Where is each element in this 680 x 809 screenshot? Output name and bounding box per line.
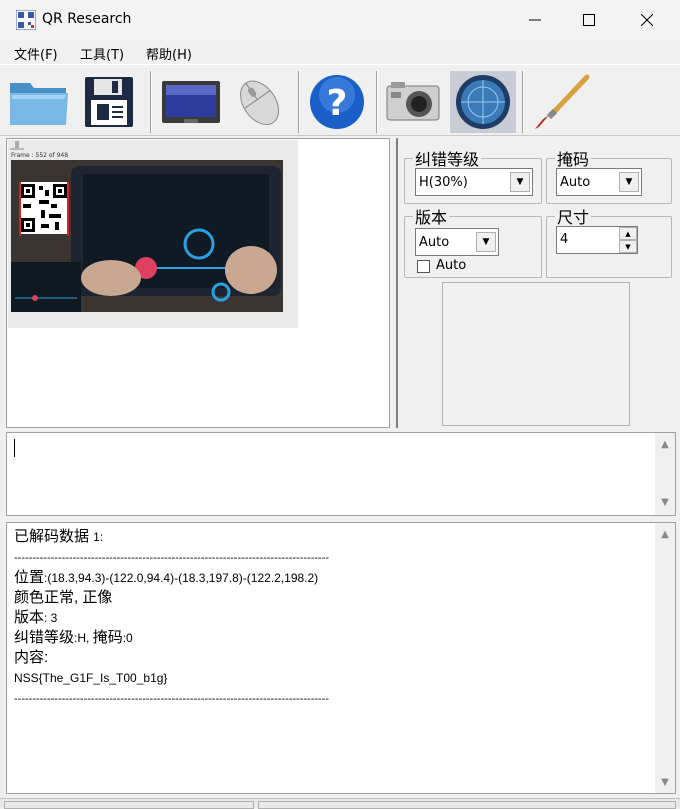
toolbar-separator [376,71,378,133]
version-auto-label: Auto [436,258,467,273]
toolbar-separator [522,71,524,133]
menu-help[interactable]: 帮助(H) [146,44,192,63]
ecc-label: 纠错等级 [415,150,480,169]
window-title: QR Research [42,11,132,27]
spin-down-icon[interactable]: ▼ [619,240,637,253]
text-caret [14,439,15,457]
brush-icon [535,74,590,129]
menu-bar: 文件(F) 工具(T) 帮助(H) [0,40,680,64]
spin-up-icon[interactable]: ▲ [619,227,637,240]
mask-out-value: :0 [122,631,133,645]
ecc-select[interactable]: H(30%) ▼ [415,168,533,196]
content-value: NSS{The_G1F_Is_T00_b1g} [14,671,168,685]
dropdown-arrow-icon: ▼ [510,172,530,192]
mask-select[interactable]: Auto ▼ [556,168,642,196]
scroll-down-icon[interactable]: ▼ [659,497,671,509]
input-scrollbar[interactable]: ▲ ▼ [655,433,675,515]
scan-button[interactable] [450,71,516,133]
scroll-down-icon[interactable]: ▼ [659,777,671,789]
status-bar [0,798,680,809]
monitor-icon [162,81,220,123]
title-bar: QR Research [0,0,680,40]
minimize-button[interactable] [506,0,564,40]
camera-icon [386,82,440,121]
menu-file[interactable]: 文件(F) [14,44,58,63]
ecc-out-value: :H, [74,631,93,645]
size-label: 尺寸 [557,208,590,227]
ecc-value: H(30%) [419,175,468,190]
version-value: Auto [419,235,450,250]
toolbar-separator [150,71,152,133]
open-folder-icon [10,83,68,125]
video-image [11,160,283,312]
encode-input-textarea[interactable]: ▲ ▼ [6,432,676,516]
divider-bottom: ----------------------------------------… [14,693,330,705]
decode-output-textarea[interactable]: 已解码数据 1: -------------------------------… [6,522,676,794]
color-line: 颜色正常, 正像 [14,589,113,606]
divider: ----------------------------------------… [14,552,330,564]
frame-slider-icon[interactable] [10,141,24,150]
position-value: :(18.3,94.3)-(122.0,94.4)-(18.3,197.8)-(… [44,571,319,585]
decode-result-text: 已解码数据 1: -------------------------------… [14,527,644,709]
save-icon [85,77,133,127]
open-button[interactable] [6,71,72,133]
version-out-value: : 3 [44,611,58,625]
size-spinner[interactable]: 4 ▲ ▼ [556,226,638,254]
menu-tools[interactable]: 工具(T) [80,44,124,63]
toolbar: ? [0,64,680,136]
mouse-icon [240,80,280,126]
toolbar-separator [298,71,300,133]
minimize-icon [529,19,541,21]
close-icon [641,14,653,26]
size-value: 4 [560,232,569,247]
position-label: 位置 [14,569,45,586]
camera-button[interactable] [380,71,446,133]
video-frame-preview: Frame : 552 of 948 [8,140,298,328]
save-button[interactable] [76,71,142,133]
maximize-button[interactable] [560,0,618,40]
scroll-up-icon[interactable]: ▲ [659,439,671,451]
decoded-count-label: 已解码数据 [14,528,94,545]
radar-scan-icon [456,75,510,129]
version-select[interactable]: Auto ▼ [415,228,499,256]
settings-pane: 纠错等级 H(30%) ▼ 掩码 Auto ▼ 版本 Auto ▼ Auto 尺… [396,138,676,428]
frame-counter: Frame : 552 of 948 [11,152,69,159]
version-auto-checkbox[interactable] [417,260,430,273]
close-button[interactable] [618,0,676,40]
ecc-out-label: 纠错等级 [14,629,75,646]
mouse-button[interactable] [226,71,292,133]
mask-label: 掩码 [557,150,590,169]
content-label: 内容: [14,649,49,666]
image-preview-pane: Frame : 552 of 948 [6,138,390,428]
help-icon: ? [310,75,364,129]
qr-app-icon [16,10,36,30]
dropdown-arrow-icon: ▼ [619,172,639,192]
app-window: QR Research 文件(F) 工具(T) 帮助(H) ? Frame: … [0,0,680,809]
brush-button[interactable] [528,71,594,133]
maximize-icon [583,14,595,26]
mask-value: Auto [560,175,591,190]
version-out-label: 版本 [14,609,45,626]
scroll-up-icon[interactable]: ▲ [659,529,671,541]
mask-out-label: 掩码 [92,629,123,646]
help-button[interactable]: ? [304,71,370,133]
decoded-count-value: 1: [93,530,104,544]
screen-capture-button[interactable] [158,71,224,133]
qr-output-preview [442,282,630,426]
dropdown-arrow-icon: ▼ [476,232,496,252]
svg-text:?: ? [327,83,348,124]
version-label: 版本 [415,208,448,227]
output-scrollbar[interactable]: ▲ ▼ [655,523,675,793]
